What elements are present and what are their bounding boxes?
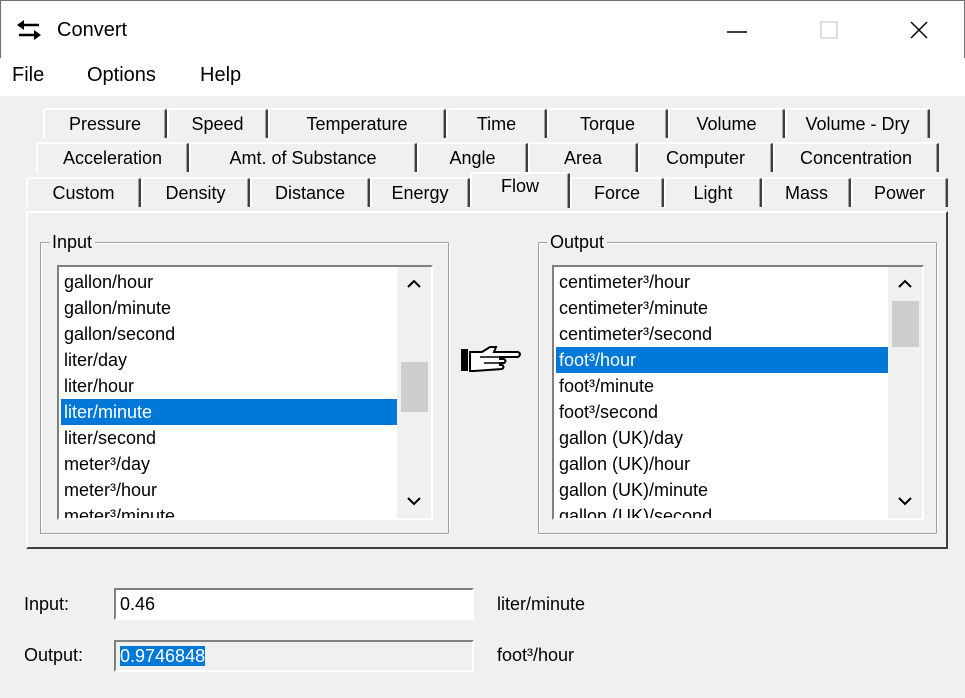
input-list-scrollbar[interactable] bbox=[397, 267, 431, 518]
list-item[interactable]: gallon (UK)/minute bbox=[556, 477, 889, 503]
maximize-button[interactable] bbox=[783, 1, 875, 59]
scroll-down-icon[interactable] bbox=[896, 492, 914, 510]
input-value-label: Input: bbox=[24, 594, 70, 614]
list-item-selected[interactable]: foot³/hour bbox=[556, 347, 889, 373]
output-unit-list[interactable]: centimeter³/hour centimeter³/minute cent… bbox=[552, 265, 924, 520]
output-scroll-thumb[interactable] bbox=[892, 301, 919, 347]
maximize-icon bbox=[820, 21, 838, 39]
title-bar: Convert bbox=[0, 0, 965, 59]
list-item[interactable]: liter/hour bbox=[61, 373, 398, 399]
list-item[interactable]: gallon/second bbox=[61, 321, 398, 347]
tab-force[interactable]: Force bbox=[570, 177, 664, 207]
tab-concentration[interactable]: Concentration bbox=[773, 142, 939, 172]
list-item[interactable]: liter/second bbox=[61, 425, 398, 451]
list-item[interactable]: gallon/minute bbox=[61, 295, 398, 321]
list-item[interactable]: centimeter³/second bbox=[556, 321, 889, 347]
tab-area[interactable]: Area bbox=[528, 142, 638, 172]
tab-volume-dry[interactable]: Volume - Dry bbox=[785, 108, 930, 138]
list-item-selected[interactable]: liter/minute bbox=[61, 399, 398, 425]
tab-density[interactable]: Density bbox=[141, 177, 250, 207]
list-item[interactable]: centimeter³/hour bbox=[556, 269, 889, 295]
list-item[interactable]: meter³/hour bbox=[61, 477, 398, 503]
close-icon bbox=[910, 21, 928, 39]
list-item[interactable]: gallon (UK)/day bbox=[556, 425, 889, 451]
list-item[interactable]: meter³/minute bbox=[61, 503, 398, 518]
minimize-button[interactable] bbox=[691, 1, 783, 59]
output-list-scrollbar[interactable] bbox=[888, 267, 922, 518]
tab-volume[interactable]: Volume bbox=[668, 108, 785, 138]
menu-bar: File Options Help bbox=[0, 58, 965, 96]
minimize-icon bbox=[727, 31, 747, 33]
close-button[interactable] bbox=[873, 1, 965, 59]
tab-custom[interactable]: Custom bbox=[26, 177, 141, 207]
input-scroll-thumb[interactable] bbox=[401, 362, 428, 412]
tab-computer[interactable]: Computer bbox=[638, 142, 773, 172]
tab-pressure[interactable]: Pressure bbox=[43, 108, 167, 138]
tab-speed[interactable]: Speed bbox=[167, 108, 268, 138]
tab-energy[interactable]: Energy bbox=[370, 177, 470, 207]
tab-distance[interactable]: Distance bbox=[250, 177, 370, 207]
list-item[interactable]: gallon (UK)/hour bbox=[556, 451, 889, 477]
output-unit-label: foot³/hour bbox=[497, 645, 575, 665]
menu-options[interactable]: Options bbox=[87, 64, 156, 87]
menu-help[interactable]: Help bbox=[200, 64, 241, 87]
scroll-down-icon[interactable] bbox=[405, 492, 423, 510]
output-value-field[interactable]: 0.9746848 bbox=[114, 640, 474, 672]
tab-acceleration[interactable]: Acceleration bbox=[36, 142, 189, 172]
tab-light[interactable]: Light bbox=[664, 177, 762, 207]
tab-amt-of-substance[interactable]: Amt. of Substance bbox=[189, 142, 417, 172]
output-value-text: 0.9746848 bbox=[120, 646, 206, 666]
tab-temperature[interactable]: Temperature bbox=[268, 108, 446, 138]
list-item[interactable]: foot³/minute bbox=[556, 373, 889, 399]
output-value-label: Output: bbox=[24, 645, 84, 665]
input-group-label: Input bbox=[49, 232, 96, 253]
list-item[interactable]: gallon (UK)/second bbox=[556, 503, 889, 518]
output-group-label: Output bbox=[547, 232, 608, 253]
list-item[interactable]: meter³/day bbox=[61, 451, 398, 477]
scroll-up-icon[interactable] bbox=[405, 275, 423, 293]
pointing-hand-icon bbox=[461, 346, 521, 372]
tab-torque[interactable]: Torque bbox=[547, 108, 668, 138]
list-item[interactable]: liter/day bbox=[61, 347, 398, 373]
list-item[interactable]: gallon/hour bbox=[61, 269, 398, 295]
tab-power[interactable]: Power bbox=[851, 177, 948, 207]
list-item[interactable]: centimeter³/minute bbox=[556, 295, 889, 321]
tab-angle[interactable]: Angle bbox=[417, 142, 528, 172]
output-group: Output centimeter³/hour centimeter³/minu… bbox=[538, 232, 937, 534]
tab-mass[interactable]: Mass bbox=[762, 177, 851, 207]
window-title: Convert bbox=[57, 19, 128, 41]
convert-arrows-icon bbox=[17, 20, 41, 40]
list-item[interactable]: foot³/second bbox=[556, 399, 889, 425]
scroll-up-icon[interactable] bbox=[896, 275, 914, 293]
menu-file[interactable]: File bbox=[12, 64, 44, 87]
tab-flow[interactable]: Flow bbox=[470, 172, 570, 208]
flow-tab-panel: Input gallon/hour gallon/minute gallon/s… bbox=[26, 211, 948, 549]
tab-time[interactable]: Time bbox=[446, 108, 547, 138]
input-unit-list[interactable]: gallon/hour gallon/minute gallon/second … bbox=[57, 265, 433, 520]
input-group: Input gallon/hour gallon/minute gallon/s… bbox=[40, 232, 449, 534]
input-value-field[interactable]: 0.46 bbox=[114, 588, 474, 620]
input-unit-label: liter/minute bbox=[497, 594, 586, 614]
